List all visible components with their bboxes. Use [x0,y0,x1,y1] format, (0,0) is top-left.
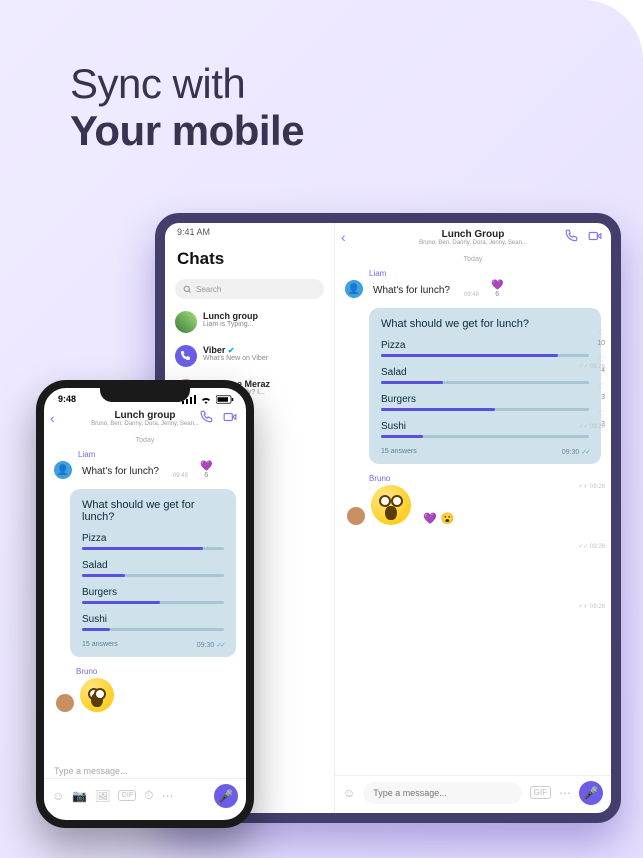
hero-line1: Sync with [70,60,643,107]
timestamp: ✓✓ 09:26 [578,603,605,610]
gallery-icon[interactable]: 🖼 [95,789,110,803]
search-input[interactable]: Search [175,279,324,299]
chat-subtitle: Liam is Typing... [203,321,258,329]
poll-option[interactable]: Sushi ♡ 3 [381,421,589,438]
chat-header: ‹ Lunch group Bruno, Ben, Danny, Dora, J… [44,404,246,431]
timestamp: ✓✓ 09:26 [578,363,605,370]
hero-title: Sync with Your mobile [70,60,643,154]
chat-subtitle: Bruno, Ben, Danny, Dora, Jenny, Sean... [347,240,599,246]
message-row: Bruno [44,663,246,712]
chat-pane: ‹ Lunch group Bruno, Ben, Danny, Dora, J… [44,404,246,816]
chat-subtitle: What's New on Viber [203,355,268,363]
message-row: 👤 What's for lunch? 09:48 💜6 [335,280,611,298]
hero-line2: Your mobile [70,107,643,154]
message-text: What's for lunch? [369,283,454,298]
day-separator: Today [335,256,611,263]
more-icon[interactable]: ⋯ [162,789,174,803]
message-sender: Liam [335,269,611,278]
message-input[interactable] [363,782,521,804]
message-composer: ☺ GIF ⋯ 🎤 [335,775,611,809]
poll-option[interactable]: Burgers [82,587,224,604]
timestamp: ✓✓ 09:26 [578,423,605,430]
chats-title: Chats [165,243,334,275]
phone-notch [100,388,190,402]
gif-icon[interactable]: GIF [118,790,136,801]
poll-question: What should we get for lunch? [381,318,589,330]
poll-card[interactable]: What should we get for lunch? Pizza Sala… [70,489,236,657]
poll-question: What should we get for lunch? [82,499,224,523]
avatar: 👤 [54,461,72,479]
heart-icon[interactable]: ♡ [598,409,605,418]
poll-answers: 15 answers [82,641,118,649]
call-icon[interactable] [565,229,579,243]
poll-option[interactable]: Salad ♡ 4 [381,367,589,384]
heart-icon[interactable]: ♡ [598,382,605,391]
phone-device: 9:48 ‹ Lunch group Bruno, Ben, Danny, Do… [36,380,254,828]
chat-list-item[interactable]: Lunch group Liam is Typing... [165,305,334,339]
more-icon[interactable]: ⋯ [559,786,571,800]
message-row: Bruno 💜 😮 [335,470,611,525]
sticker-icon[interactable]: ☺ [52,789,64,803]
search-placeholder: Search [196,285,221,294]
message-row: 👤 What's for lunch? 09:48 💜6 [44,461,246,479]
back-button[interactable]: ‹ [341,229,346,245]
message-input-placeholder[interactable]: Type a message... [54,766,202,776]
sticker-icon[interactable]: ☺ [343,786,355,800]
send-button[interactable]: 🎤 [214,784,238,808]
chat-pane: ‹ Lunch Group Bruno, Ben, Danny, Dora, J… [335,223,611,813]
reaction-button[interactable]: 💜6 [200,461,212,479]
message-text: What's for lunch? [78,464,163,479]
poll-option[interactable]: Sushi [82,614,224,631]
gif-icon[interactable]: GIF [530,786,551,799]
read-receipt-icon: ✓✓ [216,642,224,649]
poll-card[interactable]: What should we get for lunch? Pizza ♡ 10… [369,308,601,464]
call-icon[interactable] [200,410,214,424]
timestamp: ✓✓ 09:26 [578,543,605,550]
timer-icon[interactable]: ⏱ [144,788,153,803]
avatar [347,507,365,525]
promo-stage: Sync with Your mobile 9:41 AM Chats Sear… [0,0,643,858]
avatar [56,694,74,712]
message-sender: Bruno [347,474,601,483]
video-icon[interactable] [587,229,603,243]
video-icon[interactable] [222,410,238,424]
tablet-status-time: 9:41 AM [177,227,210,237]
message-time: 09:48 [464,292,479,298]
camera-icon[interactable]: 📷 [72,789,87,803]
send-button[interactable]: 🎤 [579,781,603,805]
read-receipt-icon: ✓✓ [581,449,589,456]
day-separator: Today [44,437,246,444]
wifi-icon [200,395,212,404]
verified-icon: ✔ [228,346,235,355]
chat-name: Lunch group [203,311,258,321]
message-time: 09:48 [173,473,188,479]
timestamp: ✓✓ 09:26 [578,483,605,490]
poll-option[interactable]: Salad [82,560,224,577]
back-button[interactable]: ‹ [50,410,55,426]
poll-answers: 15 answers [381,448,417,456]
chat-title: Lunch Group [347,229,599,240]
battery-icon [216,395,234,404]
search-icon [183,285,192,294]
message-composer: ☺ 📷 🖼 GIF ⏱ ⋯ 🎤 [44,778,246,812]
avatar: 👤 [345,280,363,298]
poll-option[interactable]: Burgers ♡ 3 [381,394,589,411]
reaction-button[interactable]: 💜 😮 [423,512,454,525]
chat-header: ‹ Lunch Group Bruno, Ben, Danny, Dora, J… [335,223,611,250]
poll-option[interactable]: Pizza [82,533,224,550]
message-sender: Bruno [56,667,236,676]
chat-list-item[interactable]: Viber ✔ What's New on Viber [165,339,334,373]
wow-emoji-sticker [371,485,411,525]
message-sender: Liam [44,450,246,459]
phone-status-time: 9:48 [58,394,76,404]
reaction-button[interactable]: 💜6 [491,280,503,298]
chat-name: Viber ✔ [203,345,268,355]
wow-emoji-sticker [80,678,114,712]
avatar [175,311,197,333]
heart-icon[interactable]: ♡ [598,328,605,337]
avatar [175,345,197,367]
poll-option[interactable]: Pizza ♡ 10 [381,340,589,357]
